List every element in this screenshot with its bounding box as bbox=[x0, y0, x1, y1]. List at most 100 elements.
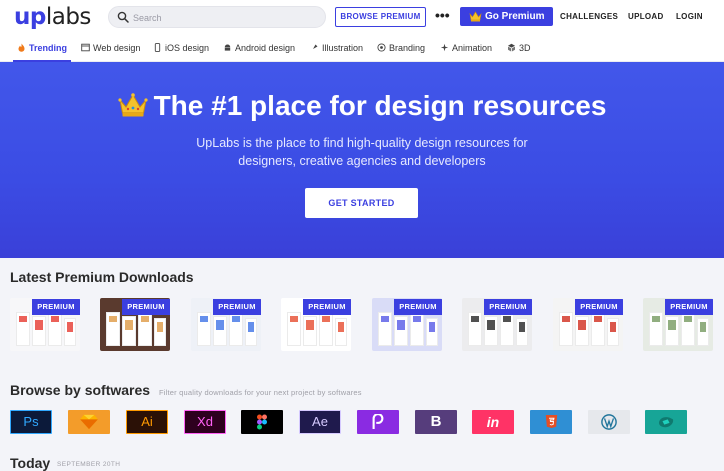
tab-label: iOS design bbox=[165, 43, 210, 53]
browse-premium-button[interactable]: BROWSE PREMIUM bbox=[335, 7, 426, 27]
wordpress-icon[interactable] bbox=[588, 410, 630, 434]
tab-label: Android design bbox=[235, 43, 296, 53]
preview-screen bbox=[394, 316, 408, 346]
tab-android-design[interactable]: Android design bbox=[223, 34, 295, 62]
get-started-button[interactable]: GET STARTED bbox=[305, 188, 418, 218]
premium-item[interactable]: PREMIUM bbox=[643, 298, 713, 351]
figma-icon[interactable] bbox=[241, 410, 283, 434]
tab-animation[interactable]: Animation bbox=[440, 34, 492, 62]
uplabs-logo[interactable]: uplabs bbox=[14, 4, 91, 30]
preview-screen bbox=[245, 318, 257, 346]
preview-screen bbox=[197, 312, 211, 346]
preview-accent bbox=[429, 322, 435, 332]
preview-screen bbox=[575, 316, 589, 346]
today-date: SEPTEMBER 20TH bbox=[57, 461, 121, 468]
premium-item[interactable]: PREMIUM bbox=[100, 298, 170, 351]
premium-badge: PREMIUM bbox=[394, 299, 442, 315]
preview-screen bbox=[48, 312, 62, 346]
preview-screen bbox=[287, 312, 301, 346]
premium-item[interactable]: PREMIUM bbox=[372, 298, 442, 351]
crown-icon bbox=[469, 11, 482, 22]
login-link[interactable]: LOGIN bbox=[676, 7, 703, 26]
tab-3d[interactable]: 3D bbox=[507, 34, 531, 62]
preview-screen bbox=[229, 312, 243, 346]
xd-icon[interactable]: Xd bbox=[184, 410, 226, 434]
preview-accent bbox=[35, 320, 43, 330]
tab-label: Branding bbox=[389, 43, 426, 53]
illustrator-icon[interactable]: Ai bbox=[126, 410, 168, 434]
premium-badge: PREMIUM bbox=[303, 299, 351, 315]
bootstrap-icon[interactable]: B bbox=[415, 410, 457, 434]
preview-screen bbox=[378, 312, 392, 346]
principle-icon[interactable] bbox=[357, 410, 399, 434]
preview-screen bbox=[64, 318, 76, 346]
hero-subtitle-line: designers, creative agencies and develop… bbox=[238, 154, 486, 168]
tab-web-design[interactable]: Web design bbox=[81, 34, 140, 62]
tab-label: Animation bbox=[452, 43, 493, 53]
tab-branding[interactable]: Branding bbox=[377, 34, 425, 62]
preview-screen bbox=[516, 318, 528, 346]
preview-screen bbox=[559, 312, 573, 346]
brush-icon bbox=[311, 44, 318, 51]
preview-accent bbox=[109, 316, 117, 322]
go-premium-button[interactable]: Go Premium bbox=[460, 7, 553, 26]
preview-accent bbox=[67, 322, 73, 332]
preview-screen bbox=[303, 316, 317, 346]
tab-label: Web design bbox=[93, 43, 141, 53]
crown-icon bbox=[117, 93, 148, 117]
preview-accent bbox=[125, 320, 133, 330]
preview-accent bbox=[700, 322, 706, 332]
preview-screen bbox=[335, 318, 347, 346]
more-menu-button[interactable]: ••• bbox=[435, 7, 450, 25]
invision-icon[interactable]: in bbox=[472, 410, 514, 434]
preview-screen bbox=[426, 318, 438, 346]
search-input[interactable] bbox=[133, 10, 313, 25]
preview-screen bbox=[32, 316, 46, 346]
zeplin-icon[interactable] bbox=[645, 410, 687, 434]
tab-trending[interactable]: Trending bbox=[13, 34, 71, 62]
html5-icon[interactable] bbox=[530, 410, 572, 434]
preview-accent bbox=[578, 320, 586, 330]
preview-screen bbox=[138, 312, 152, 346]
premium-section-title: Latest Premium Downloads bbox=[10, 269, 194, 285]
preview-accent bbox=[322, 316, 330, 322]
premium-item[interactable]: PREMIUM bbox=[10, 298, 80, 351]
top-navigation-bar: uplabs BROWSE PREMIUM ••• Go Premium CHA… bbox=[0, 0, 724, 34]
today-title: Today bbox=[10, 455, 51, 471]
premium-item[interactable]: PREMIUM bbox=[191, 298, 261, 351]
tab-illustration[interactable]: Illustration bbox=[310, 34, 363, 62]
after-effects-icon[interactable]: Ae bbox=[299, 410, 341, 434]
premium-item[interactable]: PREMIUM bbox=[462, 298, 532, 351]
preview-accent bbox=[519, 322, 525, 332]
challenges-link[interactable]: CHALLENGES bbox=[560, 7, 618, 26]
fire-icon bbox=[18, 43, 25, 52]
upload-link[interactable]: UPLOAD bbox=[628, 7, 664, 26]
preview-accent bbox=[306, 320, 314, 330]
preview-screen bbox=[106, 312, 120, 346]
premium-item[interactable]: PREMIUM bbox=[553, 298, 623, 351]
search-icon bbox=[117, 11, 129, 23]
preview-accent bbox=[668, 320, 676, 330]
logo-up-text: up bbox=[14, 4, 46, 30]
preview-screen bbox=[122, 316, 136, 346]
preview-accent bbox=[216, 320, 224, 330]
tab-ios-design[interactable]: iOS design bbox=[153, 34, 209, 62]
photoshop-icon[interactable]: Ps bbox=[10, 410, 52, 434]
premium-item[interactable]: PREMIUM bbox=[281, 298, 351, 351]
tab-label: 3D bbox=[519, 43, 531, 53]
preview-accent bbox=[610, 322, 616, 332]
search-bar[interactable] bbox=[108, 6, 326, 28]
preview-screen bbox=[500, 312, 514, 346]
premium-badge: PREMIUM bbox=[213, 299, 261, 315]
hero-subtitle: UpLabs is the place to find high-quality… bbox=[0, 134, 724, 170]
sketch-icon[interactable] bbox=[68, 410, 110, 434]
browser-icon bbox=[81, 43, 90, 52]
preview-accent bbox=[232, 316, 240, 322]
preview-accent bbox=[19, 316, 27, 322]
preview-accent bbox=[157, 322, 163, 332]
phone-icon bbox=[154, 43, 161, 52]
preview-screen bbox=[681, 312, 695, 346]
preview-accent bbox=[338, 322, 344, 332]
hero-subtitle-line: UpLabs is the place to find high-quality… bbox=[196, 136, 528, 150]
preview-accent bbox=[200, 316, 208, 322]
